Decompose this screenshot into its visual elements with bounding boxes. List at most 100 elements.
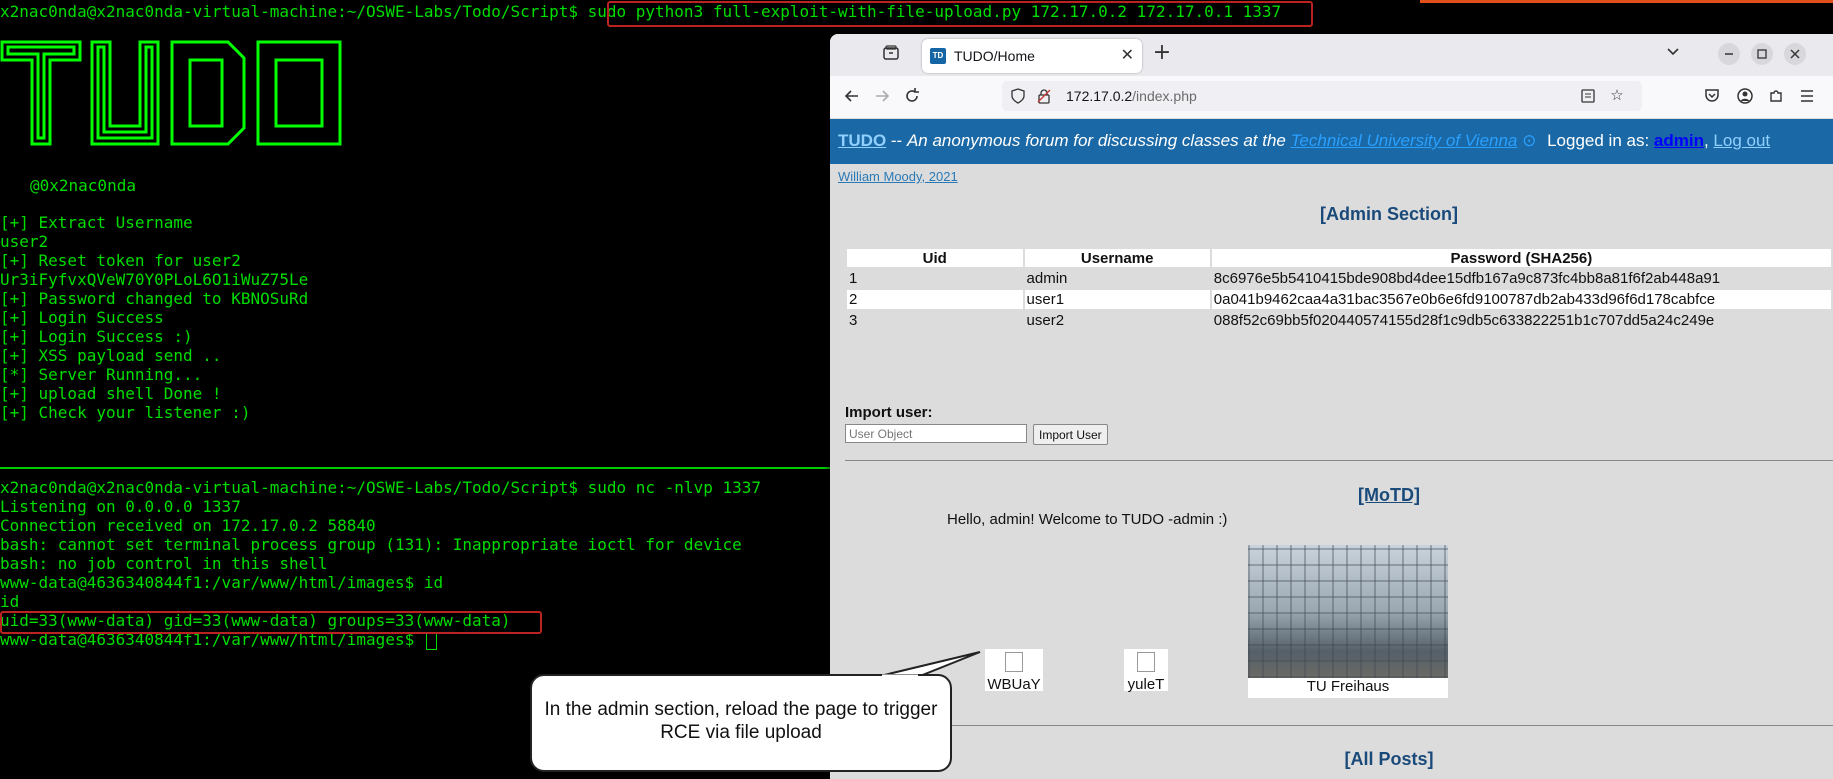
list-all-tabs-icon[interactable] (1663, 43, 1683, 63)
output-line: [+] Reset token for user2 (0, 251, 241, 270)
photo-caption: TU Freihaus (1248, 678, 1448, 698)
callout-text: In the admin section, reload the page to… (544, 699, 938, 743)
column-header-username: Username (1024, 249, 1210, 267)
browser-window: TD TUDO/Home ✕ + 172.17.0.2/index.php ☆ … (830, 34, 1833, 779)
cell-hash: 0a041b9462caa4a31bac3567e0b6e6fd9100787d… (1211, 290, 1831, 309)
column-header-uid: Uid (847, 249, 1023, 267)
exploit-output: [+] Extract Username user2 [+] Reset tok… (0, 213, 308, 422)
cell-uid: 1 (849, 270, 858, 287)
import-user-label: Import user: (845, 404, 933, 421)
section-divider (845, 725, 1833, 726)
cell-username: user2 (1026, 312, 1065, 329)
new-tab-icon[interactable]: + (1152, 42, 1172, 64)
tudo-ascii-banner (0, 40, 342, 146)
cell-hash: 8c6976e5b5410415bde908bd4dee15dfb167a9c8… (1213, 270, 1721, 287)
terminal-line: www-data@4636340844f1:/var/www/html/imag… (0, 573, 444, 592)
import-user-button[interactable]: Import User (1033, 424, 1108, 445)
cell-username: user1 (1024, 290, 1210, 309)
header-text: TUDO -- An anonymous forum for discussin… (838, 131, 1771, 150)
logout-link[interactable]: Log out (1713, 131, 1770, 150)
address-bar[interactable]: 172.17.0.2/index.php ☆ (1002, 81, 1642, 111)
cell-uid: 2 (847, 290, 1023, 309)
id-output-highlight-box (0, 611, 542, 634)
terminal-pane-divider[interactable] (0, 467, 830, 469)
terminal-line: bash: no job control in this shell (0, 554, 328, 573)
tab-bar: TD TUDO/Home ✕ + (830, 34, 1833, 76)
extensions-icon[interactable] (1766, 87, 1786, 109)
output-line: [+] Login Success (0, 308, 164, 327)
site-header: TUDO -- An anonymous forum for discussin… (830, 119, 1833, 164)
pocket-icon[interactable] (1702, 87, 1722, 109)
account-icon[interactable] (1735, 87, 1755, 109)
terminal-line: bash: cannot set terminal process group … (0, 535, 742, 554)
terminal-line: id (0, 592, 20, 611)
section-divider (845, 460, 1833, 461)
terminal-cursor (425, 631, 437, 650)
reload-icon[interactable] (902, 87, 922, 109)
cell-hash: 088f52c69bb5f020440574155d28f1c9db5c6338… (1213, 312, 1715, 329)
image-caption: yuleT (1127, 676, 1165, 693)
output-line: [+] Extract Username (0, 213, 193, 232)
table-row: 1 admin 8c6976e5b5410415bde908bd4dee15df… (847, 269, 1831, 288)
cell-uid: 3 (849, 312, 858, 329)
users-table: Uid Username Password (SHA256) 1 admin 8… (845, 247, 1833, 332)
minimize-icon[interactable] (1718, 43, 1740, 65)
uploaded-image-card: WBUaY (985, 649, 1043, 693)
admin-section-title: [Admin Section] (1320, 204, 1458, 224)
tagline-separator: -- (886, 131, 907, 150)
output-line: [+] Login Success :) (0, 327, 193, 346)
shield-icon[interactable] (1010, 88, 1026, 108)
broken-image-icon (1005, 652, 1023, 672)
username-link[interactable]: admin (1654, 131, 1704, 150)
maximize-icon[interactable] (1751, 43, 1773, 65)
output-line: [+] upload shell Done ! (0, 384, 222, 403)
output-line: user2 (0, 232, 49, 251)
university-link[interactable]: Technical University of Vienna (1291, 131, 1518, 150)
image-caption: WBUaY (987, 676, 1041, 693)
column-header-password: Password (SHA256) (1211, 249, 1831, 267)
tudo-favicon-icon: TD (930, 48, 946, 64)
insecure-lock-icon[interactable] (1036, 88, 1052, 108)
url-path: /index.php (1132, 88, 1197, 104)
broken-image-icon (1137, 652, 1155, 672)
output-line: [+] Password changed to KBNOSuRd (0, 289, 309, 308)
terminal-line: x2nac0nda@x2nac0nda-virtual-machine:~/OS… (0, 478, 761, 497)
page-content: TUDO -- An anonymous forum for discussin… (830, 119, 1833, 779)
close-tab-icon[interactable]: ✕ (1121, 45, 1134, 64)
window-accent-bar (1420, 0, 1833, 3)
motd-text: Hello, admin! Welcome to TUDO -admin :) (947, 511, 1228, 528)
output-line: [+] Check your listener :) (0, 403, 251, 422)
uploaded-image-card: yuleT (1124, 649, 1168, 693)
close-window-icon[interactable] (1784, 43, 1806, 65)
brand-link[interactable]: TUDO (838, 131, 886, 150)
table-row: 3 user2 088f52c69bb5f020440574155d28f1c9… (847, 311, 1831, 330)
output-line: Ur3iFyfvxQVeW70Y0PLoL6O1iWuZ75Le (0, 270, 309, 289)
table-row: 2 user1 0a041b9462caa4a31bac3567e0b6e6fd… (847, 290, 1831, 309)
credit-link[interactable]: William Moody, 2021 (838, 169, 958, 184)
bookmark-star-icon[interactable]: ☆ (1608, 86, 1626, 104)
logged-in-label: Logged in as: (1547, 131, 1654, 150)
annotation-callout: In the admin section, reload the page to… (530, 674, 952, 772)
motd-title[interactable]: [MoTD] (830, 485, 1833, 506)
author-handle: @0x2nac0nda (30, 176, 136, 195)
forward-icon[interactable] (872, 87, 892, 109)
output-line: [*] Server Running... (0, 365, 203, 384)
command-highlight-box (607, 1, 1313, 27)
tab-title: TUDO/Home (954, 48, 1035, 64)
terminal-line: Listening on 0.0.0.0 1337 (0, 497, 241, 516)
menu-icon[interactable] (1797, 87, 1817, 109)
external-link-icon: ⊙ (1517, 131, 1537, 150)
terminal-line: Connection received on 172.17.0.2 58840 (0, 516, 376, 535)
back-icon[interactable] (842, 87, 862, 109)
reader-view-icon[interactable] (1580, 88, 1596, 108)
navigation-toolbar: 172.17.0.2/index.php ☆ (830, 76, 1833, 119)
tagline: An anonymous forum for discussing classe… (906, 131, 1291, 150)
user-object-input[interactable] (845, 424, 1027, 443)
url-host: 172.17.0.2 (1066, 88, 1133, 104)
cell-username: admin (1026, 270, 1068, 287)
firefox-view-icon[interactable] (880, 44, 902, 64)
tab-tudo-home[interactable]: TD TUDO/Home ✕ (922, 39, 1142, 73)
all-posts-title: [All Posts] (1344, 749, 1434, 769)
url-text: 172.17.0.2/index.php (1066, 88, 1197, 104)
output-line: [+] XSS payload send .. (0, 346, 222, 365)
